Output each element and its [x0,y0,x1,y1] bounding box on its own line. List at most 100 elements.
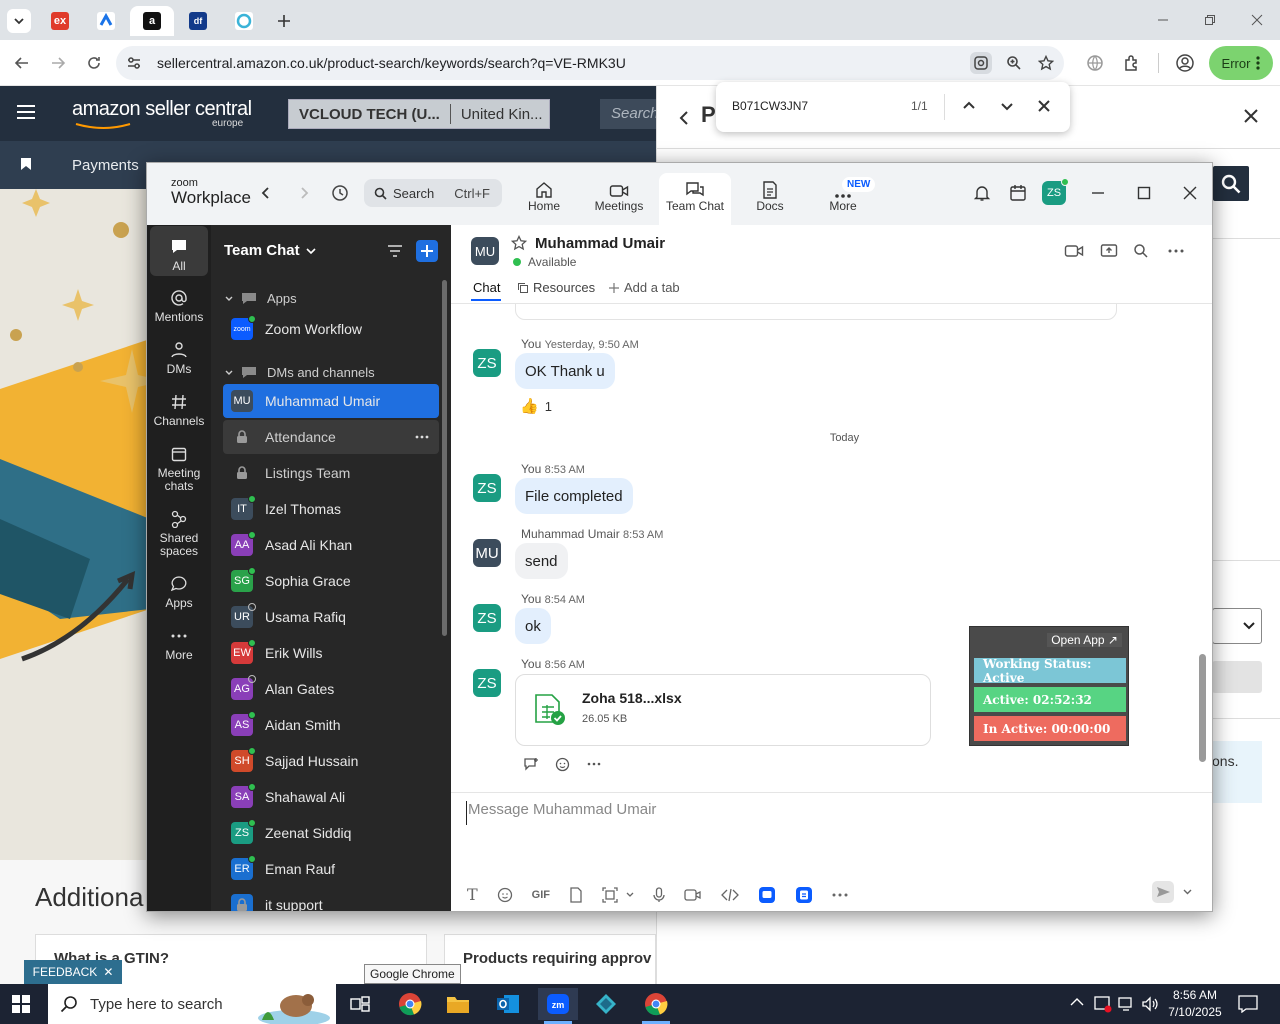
find-input[interactable]: B071CW3JN7 [732,99,808,113]
message-bubble[interactable]: OK Thank u [515,353,615,389]
message-avatar[interactable]: MU [473,539,501,567]
taskbar-clock[interactable]: 8:56 AM 7/10/2025 [1166,987,1224,1021]
message-composer-input[interactable]: Message Muhammad Umair [466,801,1166,825]
tab-add[interactable]: Add a tab [609,280,680,295]
list-item-contact[interactable]: AA Asad Ali Khan [223,528,439,562]
message-avatar[interactable]: ZS [473,669,501,697]
list-item-contact[interactable]: ER Eman Rauf [223,852,439,886]
chevron-up-icon[interactable] [1070,997,1084,1007]
zoom-close-button[interactable] [1183,186,1197,200]
app-integration-icon[interactable] [758,886,776,904]
taskbar-search-box[interactable]: Type here to search [48,984,336,1024]
code-snippet-icon[interactable] [721,888,739,902]
team-chat-title[interactable]: Team Chat [224,242,316,259]
amazon-search-input[interactable]: Search [600,99,656,129]
notifications-button[interactable] [973,184,991,202]
more-dots-icon[interactable] [832,893,848,897]
taskbar-chrome[interactable] [390,988,430,1020]
find-prev-button[interactable] [962,99,976,113]
message-bubble[interactable]: ok [515,608,551,644]
rail-apps[interactable]: Apps [150,571,208,610]
list-item-contact[interactable]: AS Aidan Smith [223,708,439,742]
filter-button[interactable] [387,244,403,258]
topnav-docs[interactable]: Docs [735,173,805,225]
file-attachment-card[interactable]: Zoha 518...xlsx 26.05 KB [515,674,931,746]
rail-meeting-chats[interactable]: Meeting chats [150,441,208,493]
list-scrollbar[interactable] [442,280,447,636]
restore-button[interactable] [1187,6,1233,34]
hamburger-menu-icon[interactable] [16,104,36,120]
list-item-contact[interactable]: MU Muhammad Umair [223,384,439,418]
app-integration-icon[interactable] [795,886,813,904]
browser-tab-active[interactable]: a [130,6,174,36]
nav-back-button[interactable] [261,186,271,200]
bookmark-icon[interactable] [20,157,32,171]
message-avatar[interactable]: ZS [473,604,501,632]
list-item-contact[interactable]: it support [223,888,439,911]
browser-tab[interactable] [84,6,128,36]
new-tab-button[interactable] [262,6,306,36]
site-info-icon[interactable] [124,53,144,73]
send-button[interactable] [1152,881,1174,903]
rail-more[interactable]: More [150,623,208,662]
list-item-contact[interactable]: AG Alan Gates [223,672,439,706]
topnav-home[interactable]: Home [509,173,579,225]
translate-icon[interactable] [1084,52,1106,74]
chat-options-button[interactable] [1168,249,1184,253]
close-window-button[interactable] [1234,6,1280,34]
emoji-reaction-icon[interactable] [555,756,571,772]
topnav-more[interactable]: More NEW [808,173,878,225]
lens-icon[interactable] [970,52,992,74]
new-chat-button[interactable] [416,240,438,262]
extensions-icon[interactable] [1121,52,1143,74]
find-close-button[interactable] [1037,99,1051,113]
taskbar-app[interactable] [586,988,626,1020]
list-item-contact[interactable]: Attendance [223,420,439,454]
message-bubble[interactable]: File completed [515,478,633,514]
task-view-button[interactable] [340,988,380,1020]
rail-shared-spaces[interactable]: Shared spaces [150,506,208,558]
chat-search-button[interactable] [1133,243,1149,259]
list-item-contact[interactable]: SA Shahawal Ali [223,780,439,814]
tab-resources[interactable]: Resources [517,280,595,295]
calendar-button[interactable] [1009,184,1027,202]
volume-icon[interactable] [1141,996,1159,1012]
list-item-contact[interactable]: ZS Zeenat Siddiq [223,816,439,850]
browser-tab[interactable]: ex [38,6,82,36]
forward-button[interactable] [45,50,71,76]
emoji-icon[interactable] [497,887,513,903]
text-format-icon[interactable]: T [467,885,478,904]
open-app-button[interactable]: Open App ↗ [1047,633,1122,647]
gif-button[interactable]: GIF [532,889,550,901]
zoom-minimize-button[interactable] [1091,186,1105,200]
account-selector[interactable]: VCLOUD TECH (U... United Kin... [288,99,550,129]
rail-dms[interactable]: DMs [150,337,208,376]
list-item-zoom-workflow[interactable]: zoom Zoom Workflow [223,312,439,346]
browser-tab[interactable]: df [176,6,220,36]
rail-mentions[interactable]: Mentions [150,285,208,324]
zoom-icon[interactable] [1003,52,1025,74]
reply-icon[interactable] [523,757,539,771]
video-call-button[interactable] [1064,243,1084,259]
list-item-contact[interactable]: EW Erik Wills [223,636,439,670]
network-icon[interactable] [1118,996,1136,1012]
message-scrollbar[interactable] [1199,654,1206,762]
message-bubble[interactable]: send [515,543,568,579]
rail-channels[interactable]: Channels [150,389,208,428]
windows-start-icon[interactable] [12,995,30,1013]
message-avatar[interactable]: ZS [473,349,501,377]
taskbar-chrome-2[interactable] [636,988,676,1024]
chat-header-name[interactable]: Muhammad Umair [535,235,665,252]
reaction-chip[interactable]: 👍 1 [520,397,552,415]
bookmark-star-icon[interactable] [1035,52,1057,74]
taskbar-zoom[interactable]: zm [538,988,578,1024]
more-dots-icon[interactable] [587,762,601,766]
favorite-star-icon[interactable] [511,235,527,251]
reload-button[interactable] [81,50,107,76]
file-icon[interactable] [569,886,583,903]
share-screen-button[interactable] [1100,243,1118,259]
nav-forward-button[interactable] [299,186,309,200]
panel-dropdown[interactable] [1212,608,1262,644]
feedback-button[interactable]: FEEDBACK ✕ [24,960,122,984]
screenshot-button[interactable] [602,886,634,903]
